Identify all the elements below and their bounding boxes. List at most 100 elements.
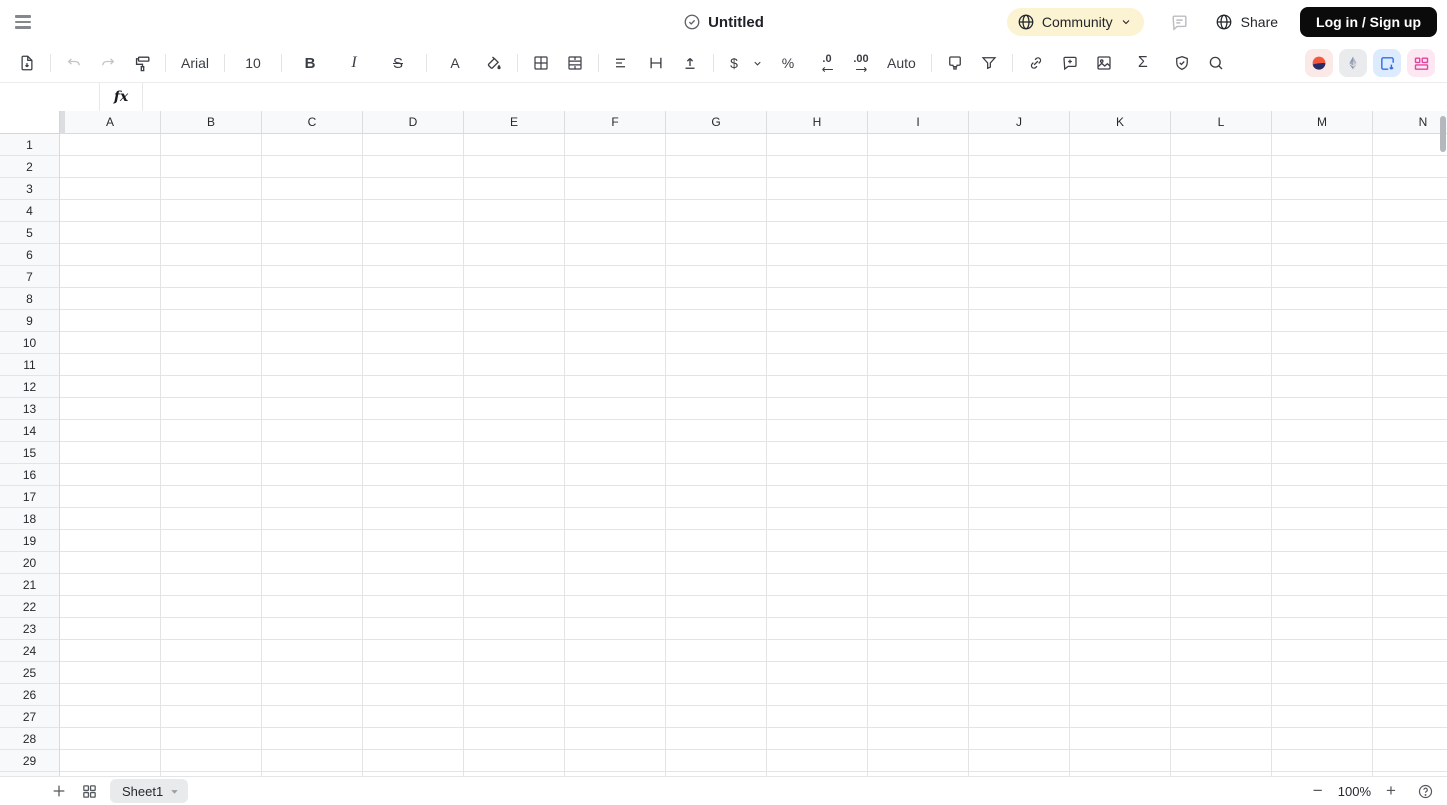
row-header-23[interactable]: 23 — [0, 618, 59, 640]
strikethrough-button[interactable]: S — [380, 50, 416, 76]
insert-link-icon[interactable] — [1023, 50, 1049, 76]
menu-icon[interactable] — [15, 15, 31, 29]
row-header-20[interactable]: 20 — [0, 552, 59, 574]
row-header-24[interactable]: 24 — [0, 640, 59, 662]
row-header-17[interactable]: 17 — [0, 486, 59, 508]
row-header-12[interactable]: 12 — [0, 376, 59, 398]
grid-cells[interactable] — [60, 134, 1447, 776]
decrease-decimal-icon[interactable]: .0 — [814, 50, 840, 76]
add-comment-icon[interactable] — [1057, 50, 1083, 76]
formula-input[interactable] — [143, 83, 1447, 111]
bold-button[interactable]: B — [292, 50, 328, 76]
share-button[interactable]: Share — [1215, 13, 1278, 31]
planet-plugin-icon[interactable] — [1305, 49, 1333, 77]
search-icon[interactable] — [1203, 50, 1229, 76]
row-header-3[interactable]: 3 — [0, 178, 59, 200]
vertical-scrollbar[interactable] — [1440, 116, 1446, 152]
column-header-M[interactable]: M — [1272, 111, 1373, 133]
fill-color-icon[interactable] — [481, 50, 507, 76]
ethereum-plugin-icon[interactable] — [1339, 49, 1367, 77]
data-validation-icon[interactable] — [1169, 50, 1195, 76]
percent-format-button[interactable]: % — [770, 50, 806, 76]
sheet-tab-sheet1[interactable]: Sheet1 — [110, 779, 189, 803]
row-header-7[interactable]: 7 — [0, 266, 59, 288]
column-header-H[interactable]: H — [767, 111, 868, 133]
row-header-5[interactable]: 5 — [0, 222, 59, 244]
row-header-26[interactable]: 26 — [0, 684, 59, 706]
filter-icon[interactable] — [976, 50, 1002, 76]
select-all-corner[interactable] — [0, 111, 60, 134]
community-button[interactable]: Community — [1006, 8, 1144, 36]
row-header-21[interactable]: 21 — [0, 574, 59, 596]
borders-icon[interactable] — [528, 50, 554, 76]
merge-cells-icon[interactable] — [562, 50, 588, 76]
column-header-C[interactable]: C — [262, 111, 363, 133]
vertical-align-icon[interactable] — [643, 50, 669, 76]
row-header-15[interactable]: 15 — [0, 442, 59, 464]
globe-icon — [1215, 13, 1233, 31]
increase-decimal-icon[interactable]: .00 — [848, 50, 874, 76]
insert-image-icon[interactable] — [1091, 50, 1117, 76]
row-header-27[interactable]: 27 — [0, 706, 59, 728]
row-header-22[interactable]: 22 — [0, 596, 59, 618]
row-header-29[interactable]: 29 — [0, 750, 59, 772]
text-color-button[interactable]: A — [437, 50, 473, 76]
login-signup-button[interactable]: Log in / Sign up — [1300, 7, 1437, 37]
column-header-B[interactable]: B — [161, 111, 262, 133]
all-sheets-icon[interactable] — [77, 779, 101, 803]
row-header-1[interactable]: 1 — [0, 134, 59, 156]
horizontal-align-icon[interactable] — [609, 50, 635, 76]
row-header-19[interactable]: 19 — [0, 530, 59, 552]
layout-plugin-icon[interactable] — [1407, 49, 1435, 77]
row-header-14[interactable]: 14 — [0, 420, 59, 442]
column-header-L[interactable]: L — [1171, 111, 1272, 133]
column-header-J[interactable]: J — [969, 111, 1070, 133]
row-header-13[interactable]: 13 — [0, 398, 59, 420]
zoom-in-button[interactable]: + — [1379, 781, 1403, 801]
redo-icon[interactable] — [95, 50, 121, 76]
zoom-controls: − 100% + — [1306, 779, 1447, 803]
sheet-menu-chevron-icon[interactable] — [169, 786, 180, 797]
currency-format-button[interactable]: $ — [721, 50, 747, 76]
italic-button[interactable]: I — [336, 50, 372, 76]
zoom-level[interactable]: 100% — [1338, 784, 1371, 799]
row-header-4[interactable]: 4 — [0, 200, 59, 222]
file-export-icon[interactable] — [14, 50, 40, 76]
divider — [281, 54, 283, 72]
number-format-select[interactable]: Auto — [882, 50, 921, 76]
add-sheet-icon[interactable] — [47, 779, 71, 803]
row-header-9[interactable]: 9 — [0, 310, 59, 332]
column-header-E[interactable]: E — [464, 111, 565, 133]
column-header-D[interactable]: D — [363, 111, 464, 133]
column-header-A[interactable]: A — [60, 111, 161, 133]
saved-check-icon — [683, 13, 701, 31]
column-header-F[interactable]: F — [565, 111, 666, 133]
font-family-select[interactable]: Arial — [176, 50, 214, 76]
column-header-K[interactable]: K — [1070, 111, 1171, 133]
currency-chevron-icon[interactable] — [749, 50, 765, 76]
name-box[interactable] — [0, 83, 100, 111]
column-header-I[interactable]: I — [868, 111, 969, 133]
feedback-icon[interactable] — [1170, 13, 1189, 32]
row-header-6[interactable]: 6 — [0, 244, 59, 266]
row-header-11[interactable]: 11 — [0, 354, 59, 376]
row-header-18[interactable]: 18 — [0, 508, 59, 530]
help-icon[interactable] — [1413, 779, 1437, 803]
export-range-plugin-icon[interactable] — [1373, 49, 1401, 77]
column-header-G[interactable]: G — [666, 111, 767, 133]
zoom-out-button[interactable]: − — [1306, 781, 1330, 801]
row-header-16[interactable]: 16 — [0, 464, 59, 486]
row-header-25[interactable]: 25 — [0, 662, 59, 684]
divider — [224, 54, 226, 72]
row-header-10[interactable]: 10 — [0, 332, 59, 354]
text-wrap-icon[interactable] — [677, 50, 703, 76]
conditional-format-icon[interactable] — [942, 50, 968, 76]
functions-button[interactable]: Σ — [1125, 50, 1161, 76]
undo-icon[interactable] — [61, 50, 87, 76]
row-header-28[interactable]: 28 — [0, 728, 59, 750]
column-header-N[interactable]: N — [1373, 111, 1447, 133]
format-painter-icon[interactable] — [129, 50, 155, 76]
row-header-8[interactable]: 8 — [0, 288, 59, 310]
font-size-select[interactable]: 10 — [235, 50, 271, 76]
row-header-2[interactable]: 2 — [0, 156, 59, 178]
